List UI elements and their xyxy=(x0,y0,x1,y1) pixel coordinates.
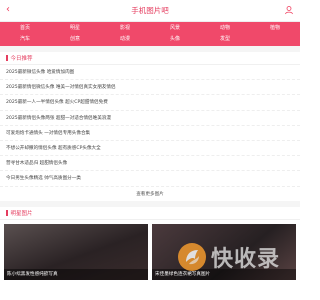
nav-item-anime[interactable]: 动漫 xyxy=(100,34,150,45)
list-item[interactable]: 2025最新情侣头像两张 超甜一对适合情侣唯美浪漫 xyxy=(0,111,300,126)
list-item[interactable]: 2025最新情侣微信头像 唯美一对情侣真实女朋友情侣 xyxy=(0,80,300,96)
watermark-text: 快收录 xyxy=(211,247,281,272)
thumbnail-card[interactable]: 陈小纭黑发性感纯欲写真 xyxy=(4,223,148,280)
list-item[interactable]: 今日男生头像精选 帅气高质图分一类 xyxy=(0,171,300,187)
list-item[interactable]: 营寻甘木适品归 超甜情侣头像 xyxy=(0,156,300,172)
list-item-text[interactable]: 2025最新情侣微信头像 唯美一对情侣真实女朋友情侣 xyxy=(6,84,116,90)
category-nav: 首页 明星 影视 风景 动物 植物 汽车 创意 动漫 头像 发型 xyxy=(0,22,300,46)
more-images-link[interactable]: 查看更多图片 xyxy=(136,191,164,197)
title-accent-bar xyxy=(6,55,8,61)
today-list: 2025最新微信头像 哈爱情加肉图 2025最新情侣微信头像 唯美一对情侣真实女… xyxy=(0,65,300,187)
nav-item-movies[interactable]: 影视 xyxy=(100,23,150,34)
list-item[interactable]: 可爱炮炮卡通情头 一对情侣专用头像合集 xyxy=(0,126,300,141)
list-item-text[interactable]: 可爱炮炮卡通情头 一对情侣专用头像合集 xyxy=(6,130,90,136)
stars-title-text: 明星图片 xyxy=(10,210,33,217)
list-item[interactable]: 不想公开却撒的情侣头像 超有质感CP头像大全 xyxy=(0,141,300,157)
title-accent-bar xyxy=(6,209,8,216)
list-item-text[interactable]: 2025最新微信头像 哈爱情加肉图 xyxy=(6,69,74,75)
nav-item-stars[interactable]: 明星 xyxy=(50,23,100,34)
nav-item-plants[interactable]: 植物 xyxy=(250,23,300,34)
list-item[interactable]: 2025最新一人一半情侣头像 超火CP超甜情侣免费 xyxy=(0,95,300,111)
user-icon[interactable] xyxy=(284,5,294,15)
list-item-text[interactable]: 营寻甘木适品归 超甜情侣头像 xyxy=(6,160,67,166)
nav-item-home[interactable]: 首页 xyxy=(0,23,50,34)
today-section-title: 今日推荐 xyxy=(0,52,300,65)
list-item-text[interactable]: 今日男生头像精选 帅气高质图分一类 xyxy=(6,175,81,181)
nav-item-avatar[interactable]: 头像 xyxy=(150,34,200,45)
list-item-text[interactable]: 2025最新情侣头像两张 超甜一对适合情侣唯美浪漫 xyxy=(6,115,111,121)
thumbnail-caption[interactable]: 陈小纭黑发性感纯欲写真 xyxy=(4,268,148,280)
watermark-logo-icon xyxy=(178,243,206,271)
back-arrow-icon[interactable]: ‹ xyxy=(6,5,16,15)
top-header: ‹ 手机图片吧 xyxy=(0,0,300,22)
nav-item-scenery[interactable]: 风景 xyxy=(150,23,200,34)
nav-item-cars[interactable]: 汽车 xyxy=(0,34,50,45)
nav-item-hairstyle[interactable]: 发型 xyxy=(200,34,250,45)
more-link-row: 查看更多图片 xyxy=(0,187,300,201)
stars-section-title: 明星图片 xyxy=(0,207,300,220)
list-item[interactable]: 2025最新微信头像 哈爱情加肉图 xyxy=(0,65,300,81)
site-title[interactable]: 手机图片吧 xyxy=(131,5,169,16)
list-item-text[interactable]: 2025最新一人一半情侣头像 超火CP超甜情侣免费 xyxy=(6,99,108,105)
nav-item-animals[interactable]: 动物 xyxy=(200,23,250,34)
watermark: 快收录 xyxy=(177,238,287,276)
nav-item-creative[interactable]: 创意 xyxy=(50,34,100,45)
today-title-text: 今日推荐 xyxy=(10,56,33,62)
list-item-text[interactable]: 不想公开却撒的情侣头像 超有质感CP头像大全 xyxy=(6,145,101,151)
